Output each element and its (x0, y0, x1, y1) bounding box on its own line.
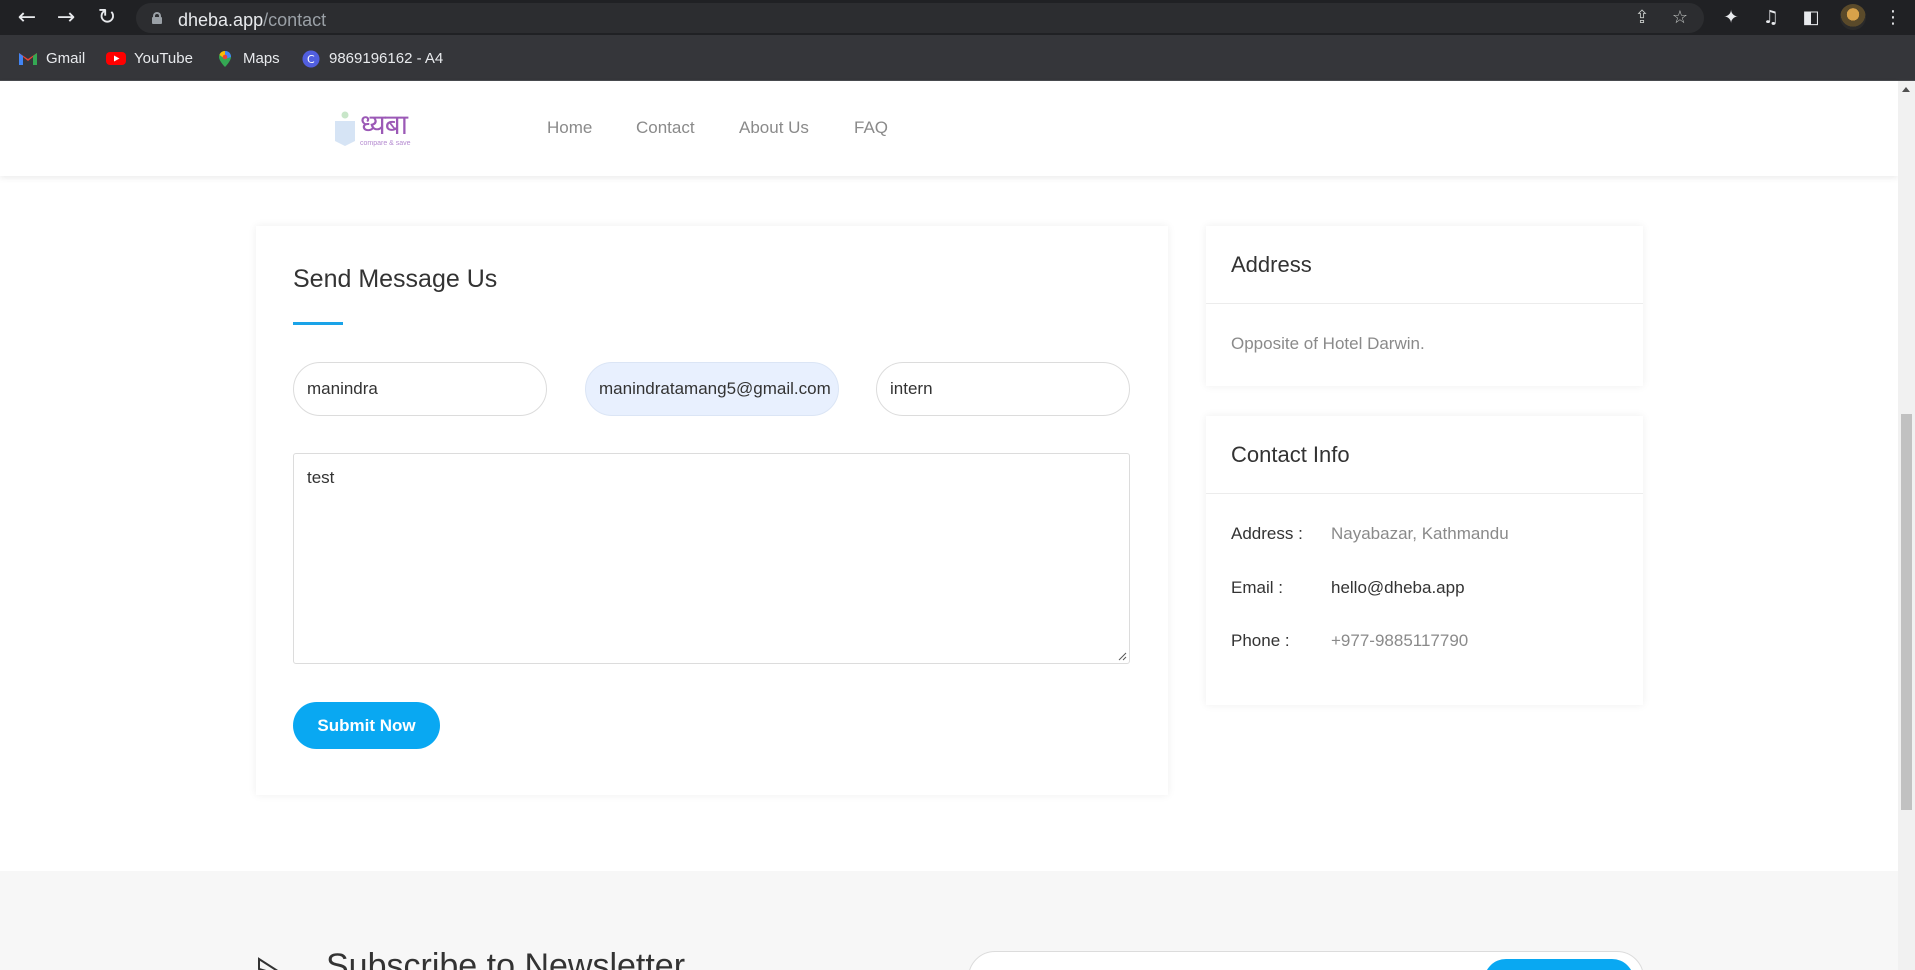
contact-info-card: Contact Info Address : Nayabazar, Kathma… (1206, 416, 1643, 705)
bookmark-label: Gmail (46, 49, 86, 67)
svg-text:C: C (307, 53, 315, 66)
contact-address-label: Address : (1231, 524, 1303, 543)
bookmark-label: Maps (243, 49, 280, 67)
divider (1206, 303, 1643, 304)
title-underline (293, 322, 343, 325)
logo-tagline: compare & save (360, 140, 411, 147)
back-icon[interactable]: ← (13, 4, 41, 32)
nav-contact[interactable]: Contact (636, 118, 695, 138)
message-textarea[interactable]: test (293, 453, 1130, 664)
bookmark-label: YouTube (134, 49, 193, 67)
subject-input[interactable]: intern (876, 362, 1130, 416)
form-title: Send Message Us (293, 265, 498, 293)
message-text: test (307, 468, 335, 487)
scroll-up-arrow-icon[interactable] (1902, 87, 1910, 92)
contact-form-card: Send Message Us manindra manindratamang5… (256, 226, 1168, 795)
site-logo[interactable]: ध्यबा compare & save (334, 105, 424, 151)
newsletter-title: Subscribe to Newsletter (326, 947, 686, 970)
contact-phone-value: +977-9885117790 (1331, 631, 1469, 650)
media-queue-icon[interactable]: ♫ (1758, 5, 1784, 31)
extensions-icon[interactable]: ✦ (1718, 5, 1744, 31)
contact-phone-label: Phone : (1231, 631, 1290, 650)
side-panel-icon[interactable]: ◧ (1798, 5, 1824, 31)
contact-info-title: Contact Info (1231, 442, 1350, 467)
address-card-title: Address (1231, 252, 1312, 277)
site-header: ध्यबा compare & save Home Contact About … (0, 81, 1898, 176)
nav-faq[interactable]: FAQ (854, 118, 888, 138)
contact-email-value[interactable]: hello@dheba.app (1331, 578, 1465, 598)
paper-plane-icon (258, 957, 278, 970)
nav-about-us[interactable]: About Us (739, 118, 809, 138)
share-icon[interactable]: ⇪ (1630, 7, 1654, 29)
newsletter-section: Subscribe to Newsletter (0, 871, 1898, 970)
name-input[interactable]: manindra (293, 362, 547, 416)
bookmark-gmail[interactable]: Gmail (18, 46, 85, 70)
forward-icon[interactable]: → (52, 4, 80, 32)
profile-avatar[interactable] (1840, 4, 1866, 30)
bookmark-maps[interactable]: Maps (215, 46, 280, 70)
star-icon[interactable]: ☆ (1668, 7, 1692, 29)
youtube-icon (106, 50, 126, 66)
address-bar[interactable]: dheba.app/contact ⇪ ☆ (136, 3, 1704, 33)
lock-icon[interactable] (152, 12, 162, 24)
bookmark-label: 9869196162 - A4 (329, 49, 444, 67)
gmail-icon (18, 50, 38, 66)
nav-home[interactable]: Home (547, 118, 592, 138)
contact-address-value: Nayabazar, Kathmandu (1331, 524, 1509, 543)
browser-toolbar: ← → ↻ dheba.app/contact ⇪ ☆ ✦ ♫ ◧ ⋮ (0, 0, 1915, 35)
bookmark-youtube[interactable]: YouTube (106, 46, 193, 70)
address-card: Address Opposite of Hotel Darwin. (1206, 226, 1643, 386)
logo-bag-icon (335, 111, 355, 146)
address-text: Opposite of Hotel Darwin. (1231, 334, 1425, 353)
subscribe-button[interactable] (1484, 959, 1634, 970)
email-input[interactable]: manindratamang5@gmail.com (585, 362, 839, 416)
reload-icon[interactable]: ↻ (93, 4, 121, 32)
resize-grip-icon[interactable] (1117, 651, 1127, 661)
menu-kebab-icon[interactable]: ⋮ (1880, 5, 1906, 31)
page-scrollbar[interactable] (1898, 81, 1915, 970)
page-scroll-thumb[interactable] (1901, 414, 1912, 810)
logo-text: ध्यबा (360, 108, 408, 141)
divider (1206, 493, 1643, 494)
bookmarks-bar: Gmail YouTube Maps C 9869196162 - A4 (0, 35, 1915, 81)
canva-icon: C (301, 50, 321, 68)
bookmark-canva[interactable]: C 9869196162 - A4 (301, 46, 443, 70)
submit-button[interactable]: Submit Now (293, 702, 440, 749)
contact-email-label: Email : (1231, 578, 1283, 597)
maps-icon (215, 50, 235, 67)
url-text[interactable]: dheba.app/contact (178, 10, 326, 31)
